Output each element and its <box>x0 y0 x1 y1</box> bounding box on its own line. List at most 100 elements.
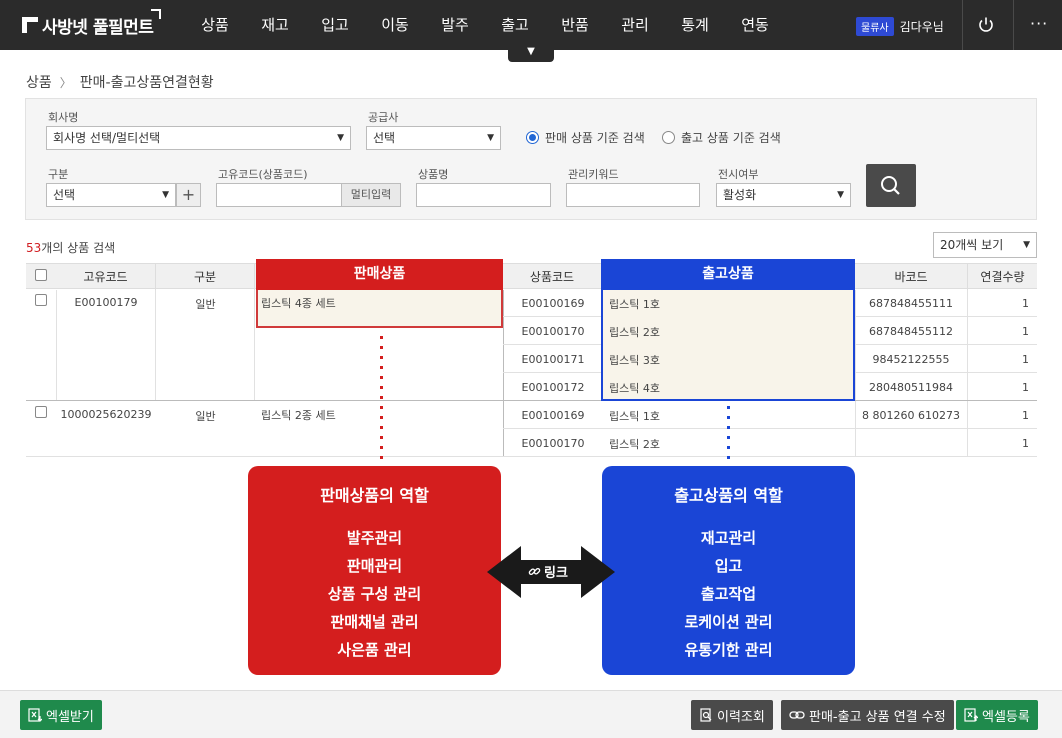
ship-product-cell[interactable]: 립스틱 2호 <box>609 324 660 340</box>
col-link-qty[interactable]: 연결수량 <box>968 264 1037 290</box>
keyword-input[interactable] <box>566 183 700 207</box>
excel-download-button[interactable]: 엑셀받기 <box>20 700 102 730</box>
nav-item-inbound[interactable]: 입고 <box>305 0 365 50</box>
link-qty-cell: 1 <box>1022 353 1029 366</box>
excel-upload-icon <box>964 708 978 722</box>
search-icon <box>881 176 900 195</box>
radio-checked-icon <box>526 131 539 144</box>
product-name-input[interactable] <box>416 183 551 207</box>
add-type-button[interactable]: + <box>176 183 201 207</box>
row-checkbox[interactable] <box>35 294 47 306</box>
nav-item-inventory[interactable]: 재고 <box>245 0 305 50</box>
col-barcode[interactable]: 바코드 <box>855 264 968 290</box>
row-checkbox[interactable] <box>35 406 47 418</box>
ship-product-cell[interactable]: 립스틱 1호 <box>609 408 660 424</box>
breadcrumb: 상품 〉 판매-출고상품연결현황 <box>26 72 214 92</box>
more-menu-icon[interactable]: ··· <box>1030 14 1048 33</box>
link-label: 링크 <box>518 562 578 581</box>
radio-ship-based[interactable]: 출고 상품 기준 검색 <box>662 129 781 146</box>
barcode-cell: 687848455112 <box>869 325 953 338</box>
type-select[interactable]: 선택 ▼ <box>46 183 176 207</box>
history-search-icon <box>700 708 712 722</box>
breadcrumb-root[interactable]: 상품 <box>26 72 52 92</box>
nav-item-management[interactable]: 관리 <box>605 0 665 50</box>
keyword-label: 관리키워드 <box>568 168 619 181</box>
nav-item-outbound[interactable]: 출고 <box>485 0 545 50</box>
sales-role-title: 판매상품의 역할 <box>320 486 429 505</box>
ship-role-item: 유통기한 관리 <box>684 641 773 659</box>
nav-item-integration[interactable]: 연동 <box>725 0 785 50</box>
sales-connector-line <box>380 336 383 464</box>
select-all-checkbox[interactable] <box>35 269 47 281</box>
link-qty-cell: 1 <box>1022 409 1029 422</box>
nav-item-returns[interactable]: 반품 <box>545 0 605 50</box>
chevron-right-icon: 〉 <box>59 75 72 90</box>
ship-product-cell[interactable]: 립스틱 1호 <box>609 296 660 312</box>
ship-product-cell[interactable]: 립스틱 3호 <box>609 352 660 368</box>
radio-sales-based[interactable]: 판매 상품 기준 검색 <box>526 129 645 146</box>
ship-connector-line <box>727 406 730 464</box>
product-code-cell: E00100172 <box>521 381 585 394</box>
sales-role-panel: 판매상품의 역할 발주관리 판매관리 상품 구성 관리 판매채널 관리 사은품 … <box>248 466 501 675</box>
caret-down-icon: ▼ <box>1023 240 1030 250</box>
nav-item-products[interactable]: 상품 <box>185 0 245 50</box>
power-icon[interactable] <box>977 16 995 34</box>
excel-upload-button[interactable]: 엑셀등록 <box>956 700 1038 730</box>
sales-product-cell[interactable]: 립스틱 4종 세트 <box>261 295 336 311</box>
history-button[interactable]: 이력조회 <box>691 700 773 730</box>
display-select[interactable]: 활성화 ▼ <box>716 183 851 207</box>
logo-text: 사방넷 풀필먼트 <box>42 17 154 38</box>
nav-item-statistics[interactable]: 통계 <box>665 0 725 50</box>
ship-product-header: 출고상품 <box>601 259 855 290</box>
sales-role-item: 사은품 관리 <box>337 641 412 659</box>
caret-down-icon: ▼ <box>162 190 169 200</box>
unique-code-cell: 1000025620239 <box>60 408 152 421</box>
user-name: 김다우님 <box>899 20 944 34</box>
link-qty-cell: 1 <box>1022 381 1029 394</box>
supplier-select[interactable]: 선택 ▼ <box>366 126 501 150</box>
breadcrumb-current: 판매-출고상품연결현황 <box>79 75 214 91</box>
col-type[interactable]: 구분 <box>156 264 255 290</box>
display-label: 전시여부 <box>718 168 759 181</box>
logo[interactable]: 사방넷 풀필먼트 <box>22 8 162 38</box>
search-button[interactable] <box>866 164 916 207</box>
sales-product-header: 판매상품 <box>256 259 503 290</box>
product-name-label: 상품명 <box>418 168 449 181</box>
edit-link-button[interactable]: 판매-출고 상품 연결 수정 <box>781 700 954 730</box>
sales-role-item: 판매채널 관리 <box>330 613 419 631</box>
code-input[interactable] <box>216 183 342 207</box>
product-code-cell: E00100170 <box>521 437 585 450</box>
user-info[interactable]: 물류사 김다우님 <box>856 17 944 36</box>
link-qty-cell: 1 <box>1022 437 1029 450</box>
ship-role-title: 출고상품의 역할 <box>674 486 783 505</box>
product-code-cell: E00100169 <box>521 297 585 310</box>
nav-item-order[interactable]: 발주 <box>425 0 485 50</box>
nav-item-transfer[interactable]: 이동 <box>365 0 425 50</box>
radio-unchecked-icon <box>662 131 675 144</box>
product-code-cell: E00100169 <box>521 409 585 422</box>
sales-product-cell[interactable]: 립스틱 2종 세트 <box>261 407 336 423</box>
barcode-cell: 8 801260 610273 <box>862 409 960 422</box>
ship-product-cell[interactable]: 립스틱 4호 <box>609 380 660 396</box>
top-navigation-bar: 사방넷 풀필먼트 상품 재고 입고 이동 발주 출고 반품 관리 통계 연동 물… <box>0 0 1062 50</box>
footer-toolbar: 엑셀받기 이력조회 판매-출고 상품 연결 수정 엑셀등록 <box>0 690 1062 738</box>
page-size-select[interactable]: 20개씩 보기 ▼ <box>933 232 1037 258</box>
nav-collapse-toggle[interactable]: ▼ <box>508 44 554 62</box>
ship-role-item: 입고 <box>714 557 743 575</box>
col-unique-code[interactable]: 고유코드 <box>56 264 156 290</box>
link-qty-cell: 1 <box>1022 297 1029 310</box>
col-product-code[interactable]: 상품코드 <box>503 264 602 290</box>
barcode-cell: 687848455111 <box>869 297 953 310</box>
product-code-cell: E00100170 <box>521 325 585 338</box>
link-qty-cell: 1 <box>1022 325 1029 338</box>
barcode-cell: 280480511984 <box>869 381 953 394</box>
ship-role-panel: 출고상품의 역할 재고관리 입고 출고작업 로케이션 관리 유통기한 관리 <box>602 466 855 675</box>
result-count: 53개의 상품 검색 <box>26 241 116 255</box>
ship-product-cell[interactable]: 립스틱 2호 <box>609 436 660 452</box>
type-cell: 일반 <box>195 298 216 311</box>
company-select[interactable]: 회사명 선택/멀티선택 ▼ <box>46 126 351 150</box>
unique-code-cell: E00100179 <box>74 296 138 309</box>
ship-role-item: 로케이션 관리 <box>684 613 773 631</box>
multi-input-button[interactable]: 멀티입력 <box>341 183 401 207</box>
code-label: 고유코드(상품코드) <box>218 168 308 181</box>
